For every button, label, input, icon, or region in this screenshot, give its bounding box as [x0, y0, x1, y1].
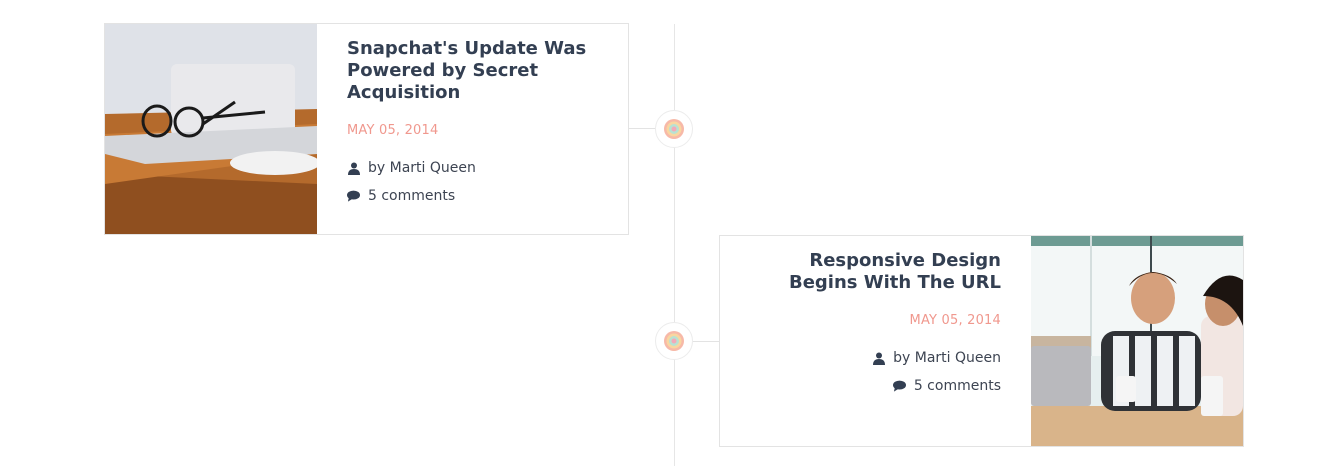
- user-icon: [872, 352, 885, 365]
- post-content: Responsive Design Begins With The URL MA…: [720, 236, 1031, 446]
- timeline-node: [655, 110, 693, 148]
- post-date: MAY 05, 2014: [347, 123, 439, 138]
- timeline-connector: [629, 128, 655, 129]
- timeline-line: [674, 24, 675, 466]
- post-title[interactable]: Responsive Design Begins With The URL: [750, 250, 1001, 294]
- post-thumbnail[interactable]: [105, 24, 317, 234]
- post-comments[interactable]: 5 comments: [750, 378, 1001, 394]
- spiral-icon: [664, 331, 684, 351]
- desk-laptop-glasses-image: [105, 24, 317, 234]
- post-content: Snapchat's Update Was Powered by Secret …: [317, 24, 628, 234]
- post-author[interactable]: by Marti Queen: [750, 350, 1001, 366]
- post-comments[interactable]: 5 comments: [347, 188, 598, 204]
- office-people-image: [1031, 236, 1243, 446]
- post-author[interactable]: by Marti Queen: [347, 160, 598, 176]
- post-title[interactable]: Snapchat's Update Was Powered by Secret …: [347, 38, 598, 104]
- user-icon: [347, 162, 360, 175]
- comment-icon: [892, 380, 906, 393]
- blog-timeline: Snapchat's Update Was Powered by Secret …: [0, 0, 1338, 466]
- post-author-label: by Marti Queen: [368, 160, 476, 176]
- post-comments-label: 5 comments: [368, 188, 456, 204]
- timeline-post[interactable]: Responsive Design Begins With The URL MA…: [719, 235, 1244, 447]
- post-author-label: by Marti Queen: [893, 350, 1001, 366]
- post-thumbnail[interactable]: [1031, 236, 1243, 446]
- post-date: MAY 05, 2014: [909, 313, 1001, 328]
- timeline-connector: [693, 341, 719, 342]
- timeline-node: [655, 322, 693, 360]
- comment-icon: [347, 190, 360, 203]
- timeline-post[interactable]: Snapchat's Update Was Powered by Secret …: [104, 23, 629, 235]
- spiral-icon: [664, 119, 684, 139]
- post-comments-label: 5 comments: [913, 378, 1001, 394]
